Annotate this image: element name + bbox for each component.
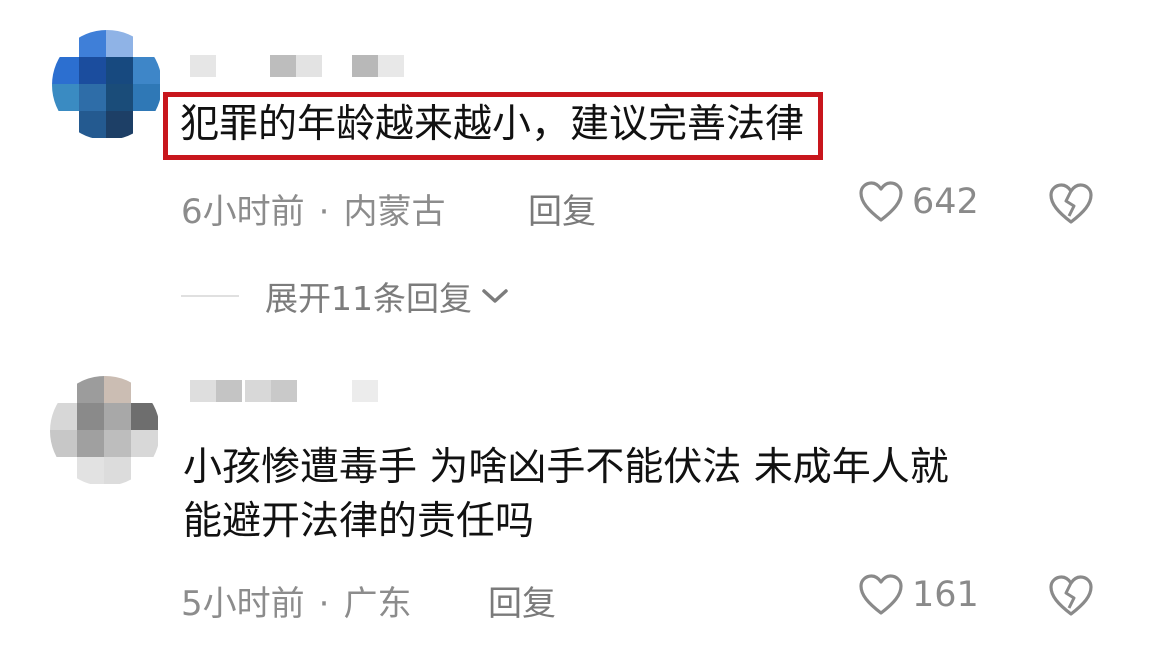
- broken-heart-icon: [1049, 183, 1093, 224]
- comment-item: 小孩惨遭毒手 为啥凶手不能伏法 未成年人就 能避开法律的责任吗 5小时前 · 广东 …: [0, 340, 1152, 654]
- like-button[interactable]: 161: [858, 573, 979, 617]
- comment-meta: 5小时前 · 广东: [181, 576, 411, 625]
- comment-meta: 6小时前 · 内蒙古: [181, 184, 445, 233]
- dislike-button[interactable]: [1048, 574, 1094, 622]
- separator-dot: ·: [318, 192, 330, 232]
- reply-button[interactable]: 回复: [488, 576, 556, 625]
- like-count: 161: [912, 575, 979, 615]
- heart-outline-icon: [859, 574, 903, 615]
- like-button[interactable]: 642: [858, 180, 979, 224]
- comment-text: 犯罪的年龄越来越小，建议完善法律: [163, 92, 824, 160]
- like-count: 642: [912, 182, 979, 222]
- comment-time: 5小时前: [181, 584, 305, 624]
- comment-text-line-1: 小孩惨遭毒手 为啥凶手不能伏法 未成年人就: [183, 445, 949, 490]
- expand-replies-label: 展开11条回复: [265, 279, 472, 318]
- comment-location: 内蒙古: [343, 192, 446, 232]
- chevron-down-icon: [482, 289, 508, 303]
- comment-location: 广东: [343, 584, 412, 624]
- separator-dot: ·: [318, 584, 330, 624]
- dislike-button[interactable]: [1048, 182, 1094, 230]
- heart-outline-icon: [859, 181, 903, 222]
- avatar[interactable]: [50, 376, 160, 486]
- reply-button[interactable]: 回复: [528, 184, 596, 233]
- expand-replies-button[interactable]: 展开11条回复: [181, 272, 510, 320]
- comment-item: 犯罪的年龄越来越小，建议完善法律 6小时前 · 内蒙古 回复 642 展开11条回复: [0, 0, 1152, 340]
- divider-line: [181, 295, 239, 297]
- broken-heart-icon: [1049, 575, 1093, 616]
- comment-time: 6小时前: [181, 192, 305, 232]
- avatar[interactable]: [52, 30, 162, 140]
- comment-text-line-2: 能避开法律的责任吗: [183, 499, 535, 544]
